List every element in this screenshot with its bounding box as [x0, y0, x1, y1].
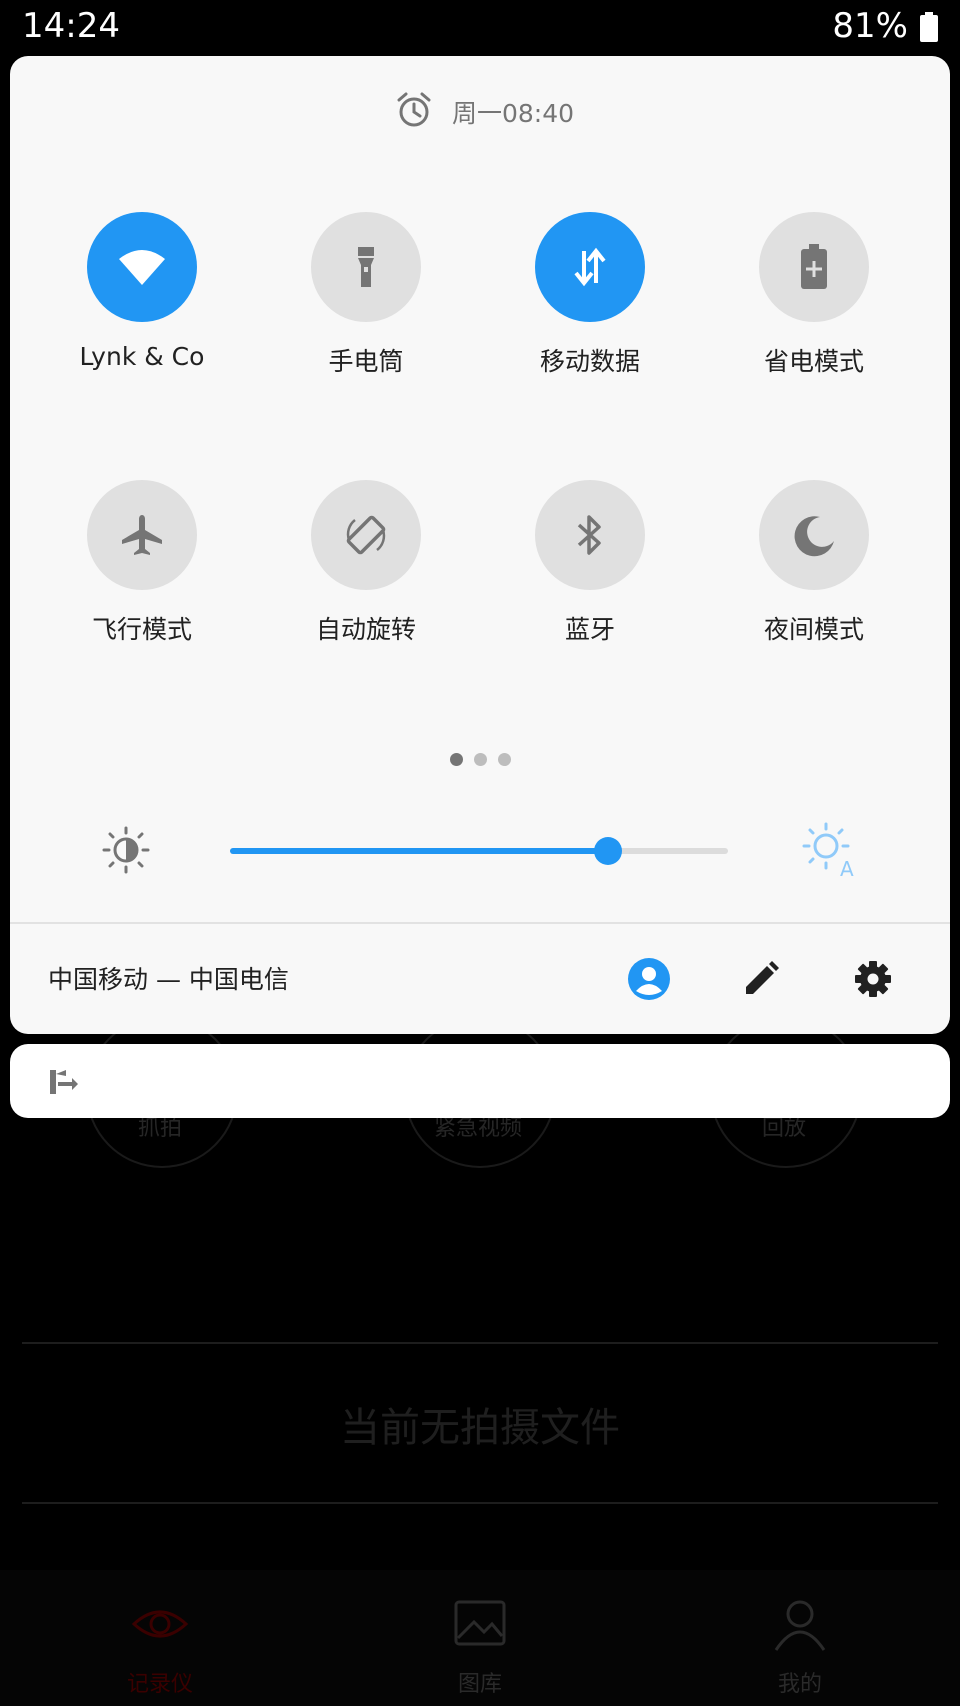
brightness-slider[interactable]: [230, 837, 728, 865]
tile-flashlight-button[interactable]: [311, 212, 421, 322]
user-button[interactable]: [624, 954, 674, 1004]
tile-night-mode-button[interactable]: [759, 480, 869, 590]
battery-percent: 81%: [832, 6, 908, 46]
empty-files-text: 当前无拍摄文件: [340, 1405, 620, 1451]
tab-recorder: 记录仪: [0, 1570, 320, 1706]
quick-settings-footer: 中国移动 — 中国电信: [10, 924, 950, 1034]
night-mode-icon: [794, 516, 834, 557]
tab-recorder-label: 记录仪: [126, 1672, 193, 1697]
tab-me-label: 我的: [777, 1672, 822, 1697]
tile-auto-rotate[interactable]: 自动旋转: [254, 480, 478, 680]
tile-mobile-data-button[interactable]: [535, 212, 645, 322]
airplane-icon: [122, 515, 162, 555]
brightness-control: A: [10, 816, 950, 886]
tile-battery-saver-label: 省电模式: [763, 347, 864, 376]
tile-mobile-data[interactable]: 移动数据: [478, 212, 702, 412]
tile-auto-rotate-button[interactable]: [311, 480, 421, 590]
brightness-slider-thumb[interactable]: [594, 837, 623, 865]
bg-divider-top: [22, 1342, 938, 1344]
svg-text:A: A: [840, 857, 854, 880]
user-icon: [628, 958, 670, 1000]
alarm-time: 周一08:40: [452, 99, 575, 128]
tile-battery-saver-button[interactable]: [759, 212, 869, 322]
quick-settings-panel: 周一08:40 Lynk & Co 手电筒 移动数据 省电模式 飞行模式 自动旋…: [10, 56, 950, 1034]
tile-flashlight[interactable]: 手电筒: [254, 212, 478, 412]
auto-rotate-icon: [346, 515, 386, 555]
page-dot-1: [450, 753, 463, 766]
wifi-icon: [119, 250, 165, 285]
battery-saver-icon: [801, 244, 827, 289]
next-alarm[interactable]: 周一08:40: [10, 86, 950, 136]
page-indicator: [450, 753, 520, 769]
tab-me: 我的: [640, 1570, 960, 1706]
person-icon: [774, 1600, 826, 1651]
status-time: 14:24: [22, 6, 120, 46]
flashlight-icon: [358, 247, 374, 287]
bluetooth-icon: [577, 515, 601, 555]
tile-battery-saver[interactable]: 省电模式: [702, 212, 926, 412]
edit-button[interactable]: [736, 954, 786, 1004]
brightness-icon: [102, 826, 150, 874]
tile-bluetooth-label: 蓝牙: [564, 615, 615, 644]
tab-gallery-label: 图库: [457, 1672, 502, 1697]
battery-icon: [920, 12, 938, 42]
settings-button[interactable]: [848, 954, 898, 1004]
image-icon: [454, 1600, 506, 1646]
tab-gallery: 图库: [320, 1570, 640, 1706]
notification-card[interactable]: [10, 1044, 950, 1118]
status-bar: 14:24 81%: [0, 0, 960, 56]
mobile-data-icon: [574, 247, 606, 287]
alarm-clock-icon: [397, 92, 431, 127]
tile-wifi-label: Lynk & Co: [79, 342, 205, 371]
auto-brightness-icon[interactable]: A: [800, 820, 860, 880]
carrier-name: 中国移动 — 中国电信: [48, 965, 289, 994]
bg-tab-bar: 记录仪 图库 我的: [0, 1570, 960, 1706]
settings-icon: [855, 961, 891, 997]
tile-flashlight-label: 手电筒: [328, 347, 404, 376]
usb-share-icon: [50, 1070, 78, 1094]
tile-airplane-button[interactable]: [87, 480, 197, 590]
eye-icon: [131, 1610, 189, 1638]
tile-wifi[interactable]: Lynk & Co: [30, 212, 254, 412]
edit-icon: [746, 961, 779, 994]
tile-wifi-button[interactable]: [87, 212, 197, 322]
tile-bluetooth[interactable]: 蓝牙: [478, 480, 702, 680]
bg-divider-bottom: [22, 1502, 938, 1504]
tile-bluetooth-button[interactable]: [535, 480, 645, 590]
tile-airplane[interactable]: 飞行模式: [30, 480, 254, 680]
tile-mobile-data-label: 移动数据: [539, 347, 640, 376]
page-dot-3: [498, 753, 511, 766]
tile-night-mode[interactable]: 夜间模式: [702, 480, 926, 680]
page-dot-2: [474, 753, 487, 766]
brightness-slider-fill: [230, 848, 609, 854]
tile-auto-rotate-label: 自动旋转: [315, 615, 416, 644]
tile-airplane-label: 飞行模式: [91, 615, 192, 644]
tile-night-mode-label: 夜间模式: [763, 615, 864, 644]
